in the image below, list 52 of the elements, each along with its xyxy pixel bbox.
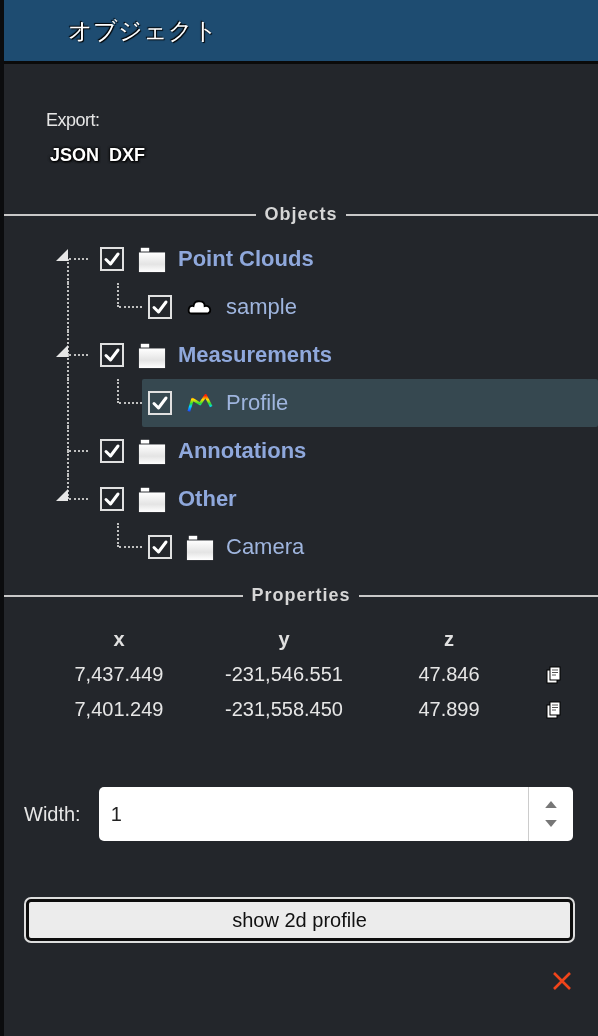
folder-icon: [186, 533, 214, 561]
width-input[interactable]: 1: [98, 787, 573, 841]
section-heading: Properties: [251, 585, 351, 606]
checkbox[interactable]: [100, 439, 124, 463]
tree-item[interactable]: sample: [142, 283, 598, 331]
folder-icon: [138, 245, 166, 273]
column-header: x: [113, 628, 125, 651]
show-profile-button[interactable]: show 2d profile: [26, 899, 573, 941]
spin-up-icon[interactable]: [545, 801, 557, 808]
tree-label: Camera: [226, 534, 305, 560]
tree-item[interactable]: Profile: [142, 379, 598, 427]
tree-label: Point Clouds: [178, 246, 314, 272]
coordinate-cell: 47.846: [418, 663, 480, 686]
copy-icon[interactable]: [546, 699, 562, 720]
folder-icon: [138, 341, 166, 369]
export-link[interactable]: DXF: [109, 145, 146, 166]
checkbox[interactable]: [100, 247, 124, 271]
copy-icon[interactable]: [546, 664, 562, 685]
column-header: y: [278, 628, 290, 651]
folder-icon: [138, 437, 166, 465]
tree-label: Other: [178, 486, 237, 512]
tree-item[interactable]: Point Clouds: [92, 235, 598, 283]
column-header: z: [444, 628, 454, 651]
close-icon[interactable]: [552, 971, 572, 991]
checkbox[interactable]: [148, 535, 172, 559]
folder-icon: [138, 485, 166, 513]
checkbox[interactable]: [148, 295, 172, 319]
width-label: Width:: [24, 802, 81, 826]
expand-icon[interactable]: [56, 489, 68, 501]
coordinate-cell: 47.899: [418, 698, 480, 721]
section-heading: Objects: [264, 204, 338, 225]
export-label: Export:: [46, 110, 101, 131]
tree-item[interactable]: Other: [92, 475, 598, 523]
tree-label: Profile: [226, 390, 289, 416]
coordinate-cell: -231,558.450: [225, 698, 343, 721]
tree-label: Measurements: [178, 342, 333, 368]
expand-icon[interactable]: [56, 249, 68, 261]
tree-label: sample: [226, 294, 297, 320]
coordinate-cell: 7,437.449: [74, 663, 164, 686]
tree-item[interactable]: Camera: [142, 523, 598, 571]
tree-label: Annotations: [178, 438, 307, 464]
export-link[interactable]: JSON: [50, 145, 100, 166]
checkbox[interactable]: [100, 487, 124, 511]
checkbox[interactable]: [100, 343, 124, 367]
spin-down-icon[interactable]: [545, 820, 557, 827]
panel-title: オブジェクト: [68, 15, 218, 47]
coordinate-cell: 7,401.249: [74, 698, 164, 721]
tree-item[interactable]: Measurements: [92, 331, 598, 379]
tree-item[interactable]: Annotations: [92, 427, 598, 475]
checkbox[interactable]: [148, 391, 172, 415]
expand-icon[interactable]: [56, 345, 68, 357]
coordinate-cell: -231,546.551: [225, 663, 343, 686]
